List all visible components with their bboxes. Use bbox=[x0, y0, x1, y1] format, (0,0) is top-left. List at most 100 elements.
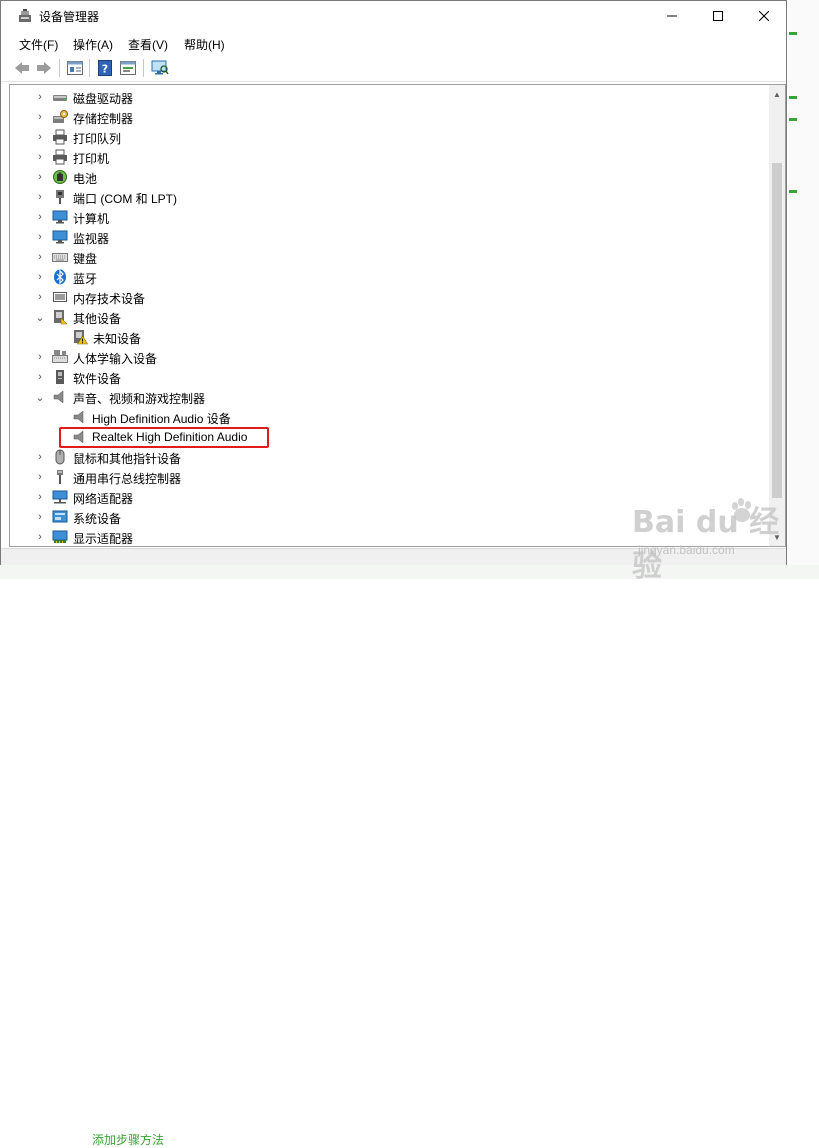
tree-item-mice[interactable]: › 鼠标和其他指针设备 bbox=[10, 447, 770, 467]
expand-chevron-icon[interactable]: › bbox=[34, 210, 46, 224]
device-tree[interactable]: › 磁盘驱动器 › 存储控制器 › 打印队列 › 打印机 › 电池 › 端口 (… bbox=[9, 84, 786, 547]
tree-item-label: 打印机 bbox=[73, 152, 110, 166]
tree-item-label: 监视器 bbox=[73, 232, 110, 246]
expand-chevron-icon[interactable]: › bbox=[34, 130, 46, 144]
tree-item-label: 其他设备 bbox=[73, 312, 122, 326]
system-device-icon bbox=[52, 509, 68, 525]
maximize-icon bbox=[713, 11, 723, 21]
usb-icon bbox=[52, 469, 68, 485]
tree-item-sound-video-game-controllers[interactable]: ⌄ 声音、视频和游戏控制器 bbox=[10, 387, 770, 407]
menu-view[interactable]: 查看(V) bbox=[128, 36, 168, 53]
scrollbar-thumb[interactable] bbox=[772, 163, 782, 498]
expand-chevron-icon[interactable]: › bbox=[34, 350, 46, 364]
collapse-chevron-icon[interactable]: ⌄ bbox=[34, 310, 46, 324]
tree-item-memory-technology-devices[interactable]: › 内存技术设备 bbox=[10, 287, 770, 307]
tree-item-label: 网络适配器 bbox=[73, 492, 134, 506]
expand-chevron-icon[interactable]: › bbox=[34, 250, 46, 264]
properties-icon bbox=[67, 61, 83, 75]
tree-item-disk-drives[interactable]: › 磁盘驱动器 bbox=[10, 87, 770, 107]
tree-item-other-devices[interactable]: ⌄ 其他设备 bbox=[10, 307, 770, 327]
tree-item-label: 显示适配器 bbox=[73, 532, 134, 546]
back-arrow-icon bbox=[15, 62, 29, 74]
expand-chevron-icon[interactable]: › bbox=[34, 530, 46, 544]
expand-chevron-icon[interactable]: › bbox=[34, 290, 46, 304]
toolbar-separator bbox=[59, 59, 60, 77]
tree-item-label: 磁盘驱动器 bbox=[73, 92, 134, 106]
tree-item-label: 通用串行总线控制器 bbox=[73, 472, 182, 486]
scan-hardware-button[interactable] bbox=[151, 59, 169, 77]
expand-chevron-icon[interactable]: › bbox=[34, 190, 46, 204]
expand-chevron-icon[interactable]: › bbox=[34, 230, 46, 244]
tree-item-keyboards[interactable]: › 键盘 bbox=[10, 247, 770, 267]
port-icon bbox=[52, 189, 68, 205]
background-mark bbox=[789, 190, 797, 193]
tree-item-batteries[interactable]: › 电池 bbox=[10, 167, 770, 187]
expand-chevron-icon[interactable]: › bbox=[34, 510, 46, 524]
tree-item-ports[interactable]: › 端口 (COM 和 LPT) bbox=[10, 187, 770, 207]
tree-item-label: 未知设备 bbox=[93, 332, 142, 346]
properties-button[interactable] bbox=[66, 59, 84, 77]
tree-item-storage-controllers[interactable]: › 存储控制器 bbox=[10, 107, 770, 127]
tree-item-label: 存储控制器 bbox=[73, 112, 134, 126]
close-button[interactable] bbox=[741, 1, 787, 31]
tree-item-label: High Definition Audio 设备 bbox=[92, 412, 231, 426]
software-device-icon bbox=[52, 369, 68, 385]
expand-chevron-icon[interactable]: › bbox=[34, 470, 46, 484]
expand-chevron-icon[interactable]: › bbox=[34, 90, 46, 104]
background-bottom-text: 添加步骤方法 bbox=[92, 1133, 165, 1147]
watermark-logo: Bai du 经验 bbox=[632, 505, 780, 584]
tree-item-unknown-device[interactable]: 未知设备 bbox=[10, 327, 770, 347]
tree-item-printers[interactable]: › 打印机 bbox=[10, 147, 770, 167]
title-bar[interactable]: 设备管理器 bbox=[1, 1, 786, 31]
tree-item-label: 打印队列 bbox=[73, 132, 122, 146]
forward-button[interactable] bbox=[35, 59, 53, 77]
minimize-button[interactable] bbox=[649, 1, 695, 31]
tree-item-monitors[interactable]: › 监视器 bbox=[10, 227, 770, 247]
tree-item-label: 鼠标和其他指针设备 bbox=[73, 452, 182, 466]
memory-device-icon bbox=[52, 289, 68, 305]
tree-item-label: 计算机 bbox=[73, 212, 110, 226]
update-driver-button[interactable] bbox=[119, 59, 137, 77]
keyboard-icon bbox=[52, 249, 68, 265]
collapse-chevron-icon[interactable]: ⌄ bbox=[34, 390, 46, 404]
tree-item-print-queues[interactable]: › 打印队列 bbox=[10, 127, 770, 147]
expand-chevron-icon[interactable]: › bbox=[34, 270, 46, 284]
device-manager-app-icon bbox=[18, 9, 32, 23]
menu-file[interactable]: 文件(F) bbox=[19, 36, 58, 53]
mouse-icon bbox=[52, 449, 68, 465]
display-adapter-icon bbox=[52, 529, 68, 545]
tree-item-computer[interactable]: › 计算机 bbox=[10, 207, 770, 227]
expand-chevron-icon[interactable]: › bbox=[34, 170, 46, 184]
tree-item-label: 声音、视频和游戏控制器 bbox=[73, 392, 206, 406]
scroll-up-arrow-icon[interactable]: ▲ bbox=[772, 89, 782, 99]
tree-item-label: 系统设备 bbox=[73, 512, 122, 526]
menu-help[interactable]: 帮助(H) bbox=[184, 36, 225, 53]
tree-item-high-definition-audio-device[interactable]: High Definition Audio 设备 bbox=[10, 407, 770, 427]
tree-item-bluetooth[interactable]: › 蓝牙 bbox=[10, 267, 770, 287]
tree-item-label: 电池 bbox=[73, 172, 98, 186]
menu-action[interactable]: 操作(A) bbox=[73, 36, 113, 53]
tree-item-software-devices[interactable]: › 软件设备 bbox=[10, 367, 770, 387]
back-button[interactable] bbox=[13, 59, 31, 77]
expand-chevron-icon[interactable]: › bbox=[34, 110, 46, 124]
maximize-button[interactable] bbox=[695, 1, 741, 31]
tree-item-usb-controllers[interactable]: › 通用串行总线控制器 bbox=[10, 467, 770, 487]
scan-hardware-icon bbox=[151, 60, 169, 75]
vertical-scrollbar[interactable]: ▲ ▼ bbox=[769, 85, 785, 546]
expand-chevron-icon[interactable]: › bbox=[34, 450, 46, 464]
tree-item-human-interface-devices[interactable]: › 人体学输入设备 bbox=[10, 347, 770, 367]
expand-chevron-icon[interactable]: › bbox=[34, 370, 46, 384]
help-button[interactable]: ? bbox=[96, 59, 114, 77]
minimize-icon bbox=[667, 15, 677, 17]
update-driver-icon bbox=[120, 61, 136, 75]
expand-chevron-icon[interactable]: › bbox=[34, 150, 46, 164]
tree-item-label: 内存技术设备 bbox=[73, 292, 146, 306]
toolbar: ? bbox=[1, 55, 786, 82]
toolbar-separator bbox=[143, 59, 144, 77]
svg-text:?: ? bbox=[102, 63, 108, 76]
window-title: 设备管理器 bbox=[39, 10, 100, 24]
unknown-device-warning-icon bbox=[72, 329, 89, 345]
expand-chevron-icon[interactable]: › bbox=[34, 490, 46, 504]
tree-item-label: 人体学输入设备 bbox=[73, 352, 158, 366]
tree-item-label: 蓝牙 bbox=[73, 272, 98, 286]
